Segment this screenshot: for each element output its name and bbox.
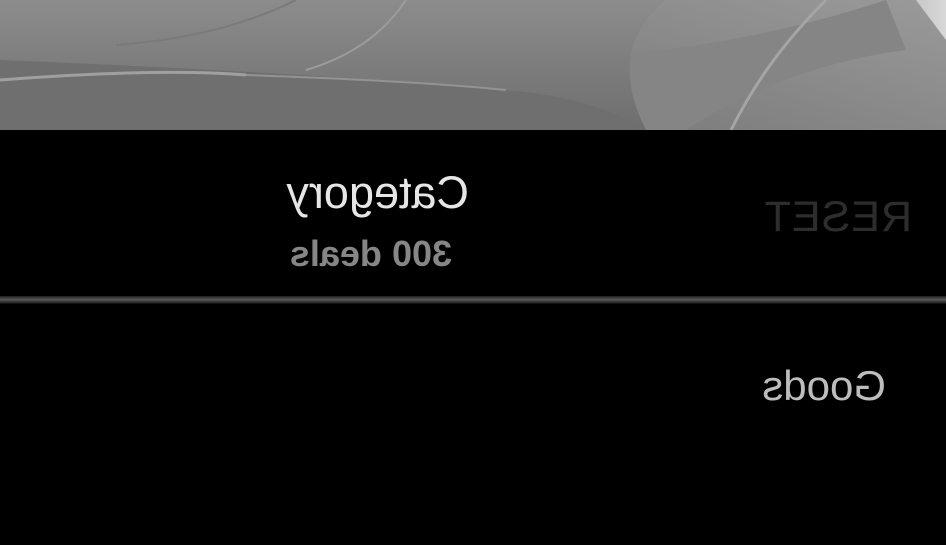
pillow-illustration <box>0 0 946 130</box>
list-item-label: Goods <box>762 362 886 409</box>
deal-count: 300 deals <box>289 233 452 274</box>
hero-image <box>0 0 946 130</box>
page-title: Category <box>286 167 469 218</box>
list-item-goods[interactable]: Goods <box>0 344 946 426</box>
category-screen: RESET Category 300 deals Goods <box>0 0 946 545</box>
reset-button[interactable]: RESET <box>764 193 912 241</box>
title-block: Category 300 deals <box>216 160 476 280</box>
category-list: Goods <box>0 304 946 545</box>
divider <box>0 296 946 304</box>
mirrored-content: RESET Category 300 deals Goods <box>0 0 946 545</box>
